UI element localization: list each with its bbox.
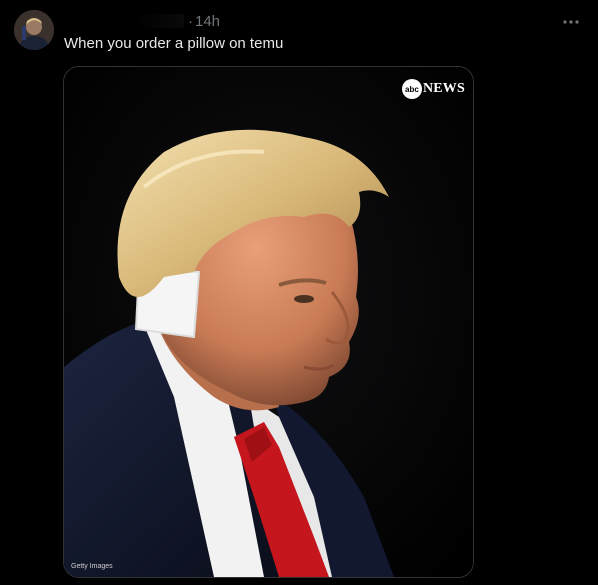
avatar[interactable]: [14, 10, 54, 50]
more-horizontal-icon: [562, 12, 580, 30]
separator-dot: ·: [188, 12, 193, 30]
tweet-header: · 14h: [64, 11, 220, 31]
tweet: · 14h When you order a pillow on temu ab…: [0, 0, 598, 585]
news-wordmark: NEWS: [422, 81, 465, 96]
timestamp[interactable]: 14h: [195, 13, 220, 30]
abc-circle-logo: abc: [401, 79, 422, 99]
abc-news-logo: abc NEWS: [401, 79, 465, 99]
photo-illustration: [64, 67, 473, 577]
getty-credit: Getty Images: [71, 563, 113, 570]
author-name-redacted[interactable]: [64, 14, 184, 28]
tweet-text: When you order a pillow on temu: [64, 35, 284, 52]
more-button[interactable]: [560, 10, 582, 32]
tweet-media-image[interactable]: abc NEWS Getty Images: [63, 66, 474, 578]
